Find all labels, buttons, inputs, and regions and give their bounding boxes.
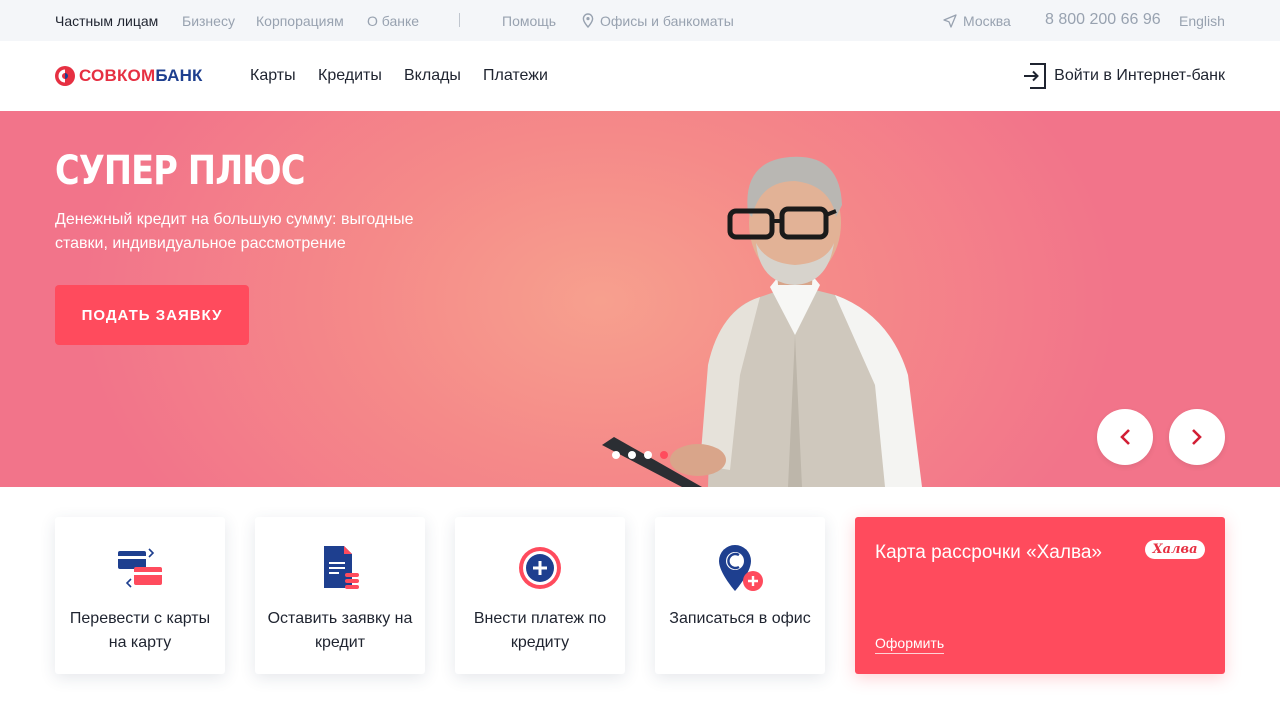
- service-card-office[interactable]: Записаться в офис: [655, 517, 825, 674]
- apply-button[interactable]: ПОДАТЬ ЗАЯВКУ: [55, 285, 249, 345]
- card-transfer-icon: [118, 548, 162, 588]
- slider-dot[interactable]: [612, 451, 620, 459]
- service-label: Перевести с карты на карту: [69, 610, 211, 651]
- logo-mark-icon: [55, 66, 75, 86]
- promo-title: Карта рассрочки «Халва»: [875, 542, 1102, 563]
- chevron-left-icon: [1120, 429, 1130, 445]
- top-utility-bar: Частным лицам Бизнесу Корпорациям О банк…: [0, 0, 1280, 41]
- divider: [459, 13, 460, 27]
- city-selector[interactable]: Москва: [943, 13, 1011, 29]
- help-link[interactable]: Помощь: [502, 13, 556, 29]
- halva-promo-card[interactable]: Карта рассрочки «Халва» Халва Оформить: [855, 517, 1225, 674]
- halva-logo-badge: Халва: [1145, 540, 1205, 559]
- promo-apply-link[interactable]: Оформить: [875, 635, 945, 654]
- language-switch[interactable]: English: [1179, 13, 1225, 29]
- slider-dot[interactable]: [644, 451, 652, 459]
- segment-private[interactable]: Частным лицам: [55, 13, 158, 29]
- phone-number[interactable]: 8 800 200 66 96: [1045, 12, 1161, 28]
- nav-payments[interactable]: Платежи: [483, 67, 548, 85]
- service-label: Записаться в офис: [669, 610, 811, 627]
- chevron-right-icon: [1192, 429, 1202, 445]
- logo-text: СОВКОМБАНК: [79, 66, 203, 86]
- nav-credits[interactable]: Кредиты: [318, 67, 382, 85]
- slider-dot-active[interactable]: [660, 451, 668, 459]
- slider-dots: [612, 451, 668, 459]
- service-card-credit-request[interactable]: Оставить заявку на кредит: [255, 517, 425, 674]
- login-icon: [1024, 63, 1047, 89]
- service-card-transfer[interactable]: Перевести с карты на карту: [55, 517, 225, 674]
- logo-text-red: СОВКОМ: [79, 66, 156, 85]
- service-label: Внести платеж по кредиту: [473, 610, 607, 651]
- office-location-icon: [719, 545, 763, 591]
- offices-link[interactable]: Офисы и банкоматы: [582, 13, 734, 29]
- city-label: Москва: [963, 13, 1011, 29]
- nav-deposits[interactable]: Вклады: [404, 67, 461, 85]
- credit-application-icon: [324, 546, 359, 589]
- login-label: Войти в Интернет-банк: [1054, 67, 1225, 84]
- segment-about[interactable]: О банке: [367, 13, 419, 29]
- next-slide-button[interactable]: [1169, 409, 1225, 465]
- service-card-payment[interactable]: Внести платеж по кредиту: [455, 517, 625, 674]
- slider-dot[interactable]: [628, 451, 636, 459]
- hero-subtitle: Денежный кредит на большую сумму: выгодн…: [55, 211, 414, 252]
- nav-cards[interactable]: Карты: [250, 67, 296, 85]
- hero-banner: СУПЕР ПЛЮС Денежный кредит на большую су…: [0, 111, 1280, 487]
- service-label: Оставить заявку на кредит: [267, 610, 413, 651]
- navigation-arrow-icon: [943, 14, 957, 28]
- segment-corporate[interactable]: Корпорациям: [256, 13, 344, 29]
- location-pin-icon: [582, 13, 594, 28]
- segment-business[interactable]: Бизнесу: [182, 13, 235, 29]
- prev-slide-button[interactable]: [1097, 409, 1153, 465]
- payment-plus-icon: [519, 547, 561, 589]
- hero-person-image: [602, 156, 922, 487]
- offices-label: Офисы и банкоматы: [600, 13, 734, 29]
- logo-text-blue: БАНК: [155, 66, 203, 85]
- hero-title: СУПЕР ПЛЮС: [55, 148, 306, 194]
- logo[interactable]: СОВКОМБАНК: [55, 66, 203, 86]
- main-header: СОВКОМБАНК Карты Кредиты Вклады Платежи …: [0, 41, 1280, 111]
- login-button[interactable]: Войти в Интернет-банк: [1024, 63, 1225, 89]
